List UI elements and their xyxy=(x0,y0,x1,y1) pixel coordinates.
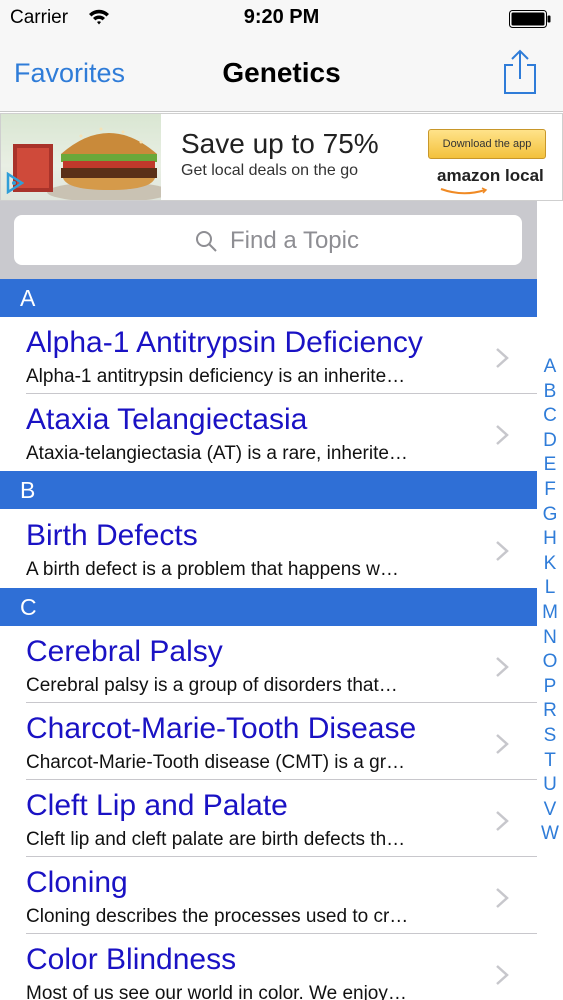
chevron-right-icon xyxy=(496,965,509,985)
index-letter[interactable]: B xyxy=(537,380,563,405)
index-letter[interactable]: P xyxy=(537,675,563,700)
list-item[interactable]: Color Blindness Most of us see our world… xyxy=(0,934,537,1000)
favorites-button[interactable]: Favorites xyxy=(14,58,125,89)
list-item[interactable]: Charcot-Marie-Tooth Disease Charcot-Mari… xyxy=(0,703,537,780)
index-letter[interactable]: U xyxy=(537,773,563,798)
index-letter[interactable]: L xyxy=(537,576,563,601)
chevron-right-icon xyxy=(496,348,509,368)
topic-summary: Alpha-1 antitrypsin deficiency is an inh… xyxy=(26,366,406,387)
index-letter[interactable]: N xyxy=(537,626,563,651)
search-input[interactable]: Find a Topic xyxy=(14,215,522,265)
status-bar: Carrier 9:20 PM xyxy=(0,0,563,40)
chevron-right-icon xyxy=(496,734,509,754)
share-icon[interactable] xyxy=(502,48,538,96)
section-letter: C xyxy=(20,594,37,620)
section-letter: B xyxy=(20,477,36,503)
topic-summary: Most of us see our world in color. We en… xyxy=(26,983,407,1000)
ad-headline: Save up to 75% xyxy=(181,128,379,159)
chevron-right-icon xyxy=(496,888,509,908)
topic-title: Cloning xyxy=(26,866,128,899)
index-letter[interactable]: S xyxy=(537,724,563,749)
amazon-smile-icon xyxy=(440,187,488,195)
status-time: 9:20 PM xyxy=(243,6,320,28)
topic-summary: A birth defect is a problem that happens… xyxy=(26,559,399,580)
index-letter[interactable]: G xyxy=(537,503,563,528)
index-letter[interactable]: H xyxy=(537,527,563,552)
topic-summary: Cloning describes the processes used to … xyxy=(26,906,409,927)
search-bar: Find a Topic xyxy=(0,201,537,279)
index-letter[interactable]: V xyxy=(537,798,563,823)
index-strip-top xyxy=(537,201,563,316)
list-item[interactable]: Ataxia Telangiectasia Ataxia-telangiecta… xyxy=(0,394,537,471)
list-item[interactable]: Cleft Lip and Palate Cleft lip and cleft… xyxy=(0,780,537,857)
list-item[interactable]: Cloning Cloning describes the processes … xyxy=(0,857,537,934)
list-item[interactable]: Birth Defects A birth defect is a proble… xyxy=(0,510,537,587)
section-header-c: C xyxy=(0,588,537,626)
amazon-local-logo: amazon local xyxy=(437,166,544,185)
topic-title: Cerebral Palsy xyxy=(26,635,223,668)
chevron-right-icon xyxy=(496,541,509,561)
download-app-button[interactable]: Download the app xyxy=(428,129,546,159)
battery-icon xyxy=(509,10,551,28)
topic-summary: Cleft lip and cleft palate are birth def… xyxy=(26,829,406,850)
chevron-right-icon xyxy=(496,425,509,445)
section-header-a: A xyxy=(0,279,537,317)
section-header-b: B xyxy=(0,471,537,509)
topic-summary: Cerebral palsy is a group of disorders t… xyxy=(26,675,398,696)
section-index[interactable]: A B C D E F G H K L M N O P R S T U V W xyxy=(537,355,563,850)
index-letter[interactable]: T xyxy=(537,749,563,774)
burger-image xyxy=(1,114,161,200)
topic-title: Birth Defects xyxy=(26,519,198,552)
index-letter[interactable]: R xyxy=(537,699,563,724)
navigation-bar: Favorites Genetics xyxy=(0,40,563,112)
topic-summary: Ataxia-telangiectasia (AT) is a rare, in… xyxy=(26,443,408,464)
index-letter[interactable]: O xyxy=(537,650,563,675)
topic-list: A Alpha-1 Antitrypsin Deficiency Alpha-1… xyxy=(0,279,537,1000)
list-item[interactable]: Cerebral Palsy Cerebral palsy is a group… xyxy=(0,626,537,703)
index-letter[interactable]: F xyxy=(537,478,563,503)
ad-choices-icon[interactable] xyxy=(5,172,25,194)
topic-title: Alpha-1 Antitrypsin Deficiency xyxy=(26,326,423,359)
topic-title: Color Blindness xyxy=(26,943,237,976)
chevron-right-icon xyxy=(496,657,509,677)
ad-banner[interactable]: Save up to 75% Get local deals on the go… xyxy=(0,113,563,201)
search-icon xyxy=(196,231,217,252)
index-letter[interactable]: E xyxy=(537,453,563,478)
topic-title: Cleft Lip and Palate xyxy=(26,789,288,822)
index-letter[interactable]: K xyxy=(537,552,563,577)
ad-subline: Get local deals on the go xyxy=(181,162,359,179)
topic-title: Ataxia Telangiectasia xyxy=(26,403,308,436)
index-letter[interactable]: D xyxy=(537,429,563,454)
index-letter[interactable]: C xyxy=(537,404,563,429)
section-letter: A xyxy=(20,285,36,311)
topic-title: Charcot-Marie-Tooth Disease xyxy=(26,712,417,745)
chevron-right-icon xyxy=(496,811,509,831)
topic-summary: Charcot-Marie-Tooth disease (CMT) is a g… xyxy=(26,752,406,773)
search-placeholder: Find a Topic xyxy=(230,227,359,254)
index-letter[interactable]: A xyxy=(537,355,563,380)
burger-illustration xyxy=(13,127,161,200)
index-letter[interactable]: M xyxy=(537,601,563,626)
list-item[interactable]: Alpha-1 Antitrypsin Deficiency Alpha-1 a… xyxy=(0,317,537,394)
index-letter[interactable]: W xyxy=(537,822,563,847)
